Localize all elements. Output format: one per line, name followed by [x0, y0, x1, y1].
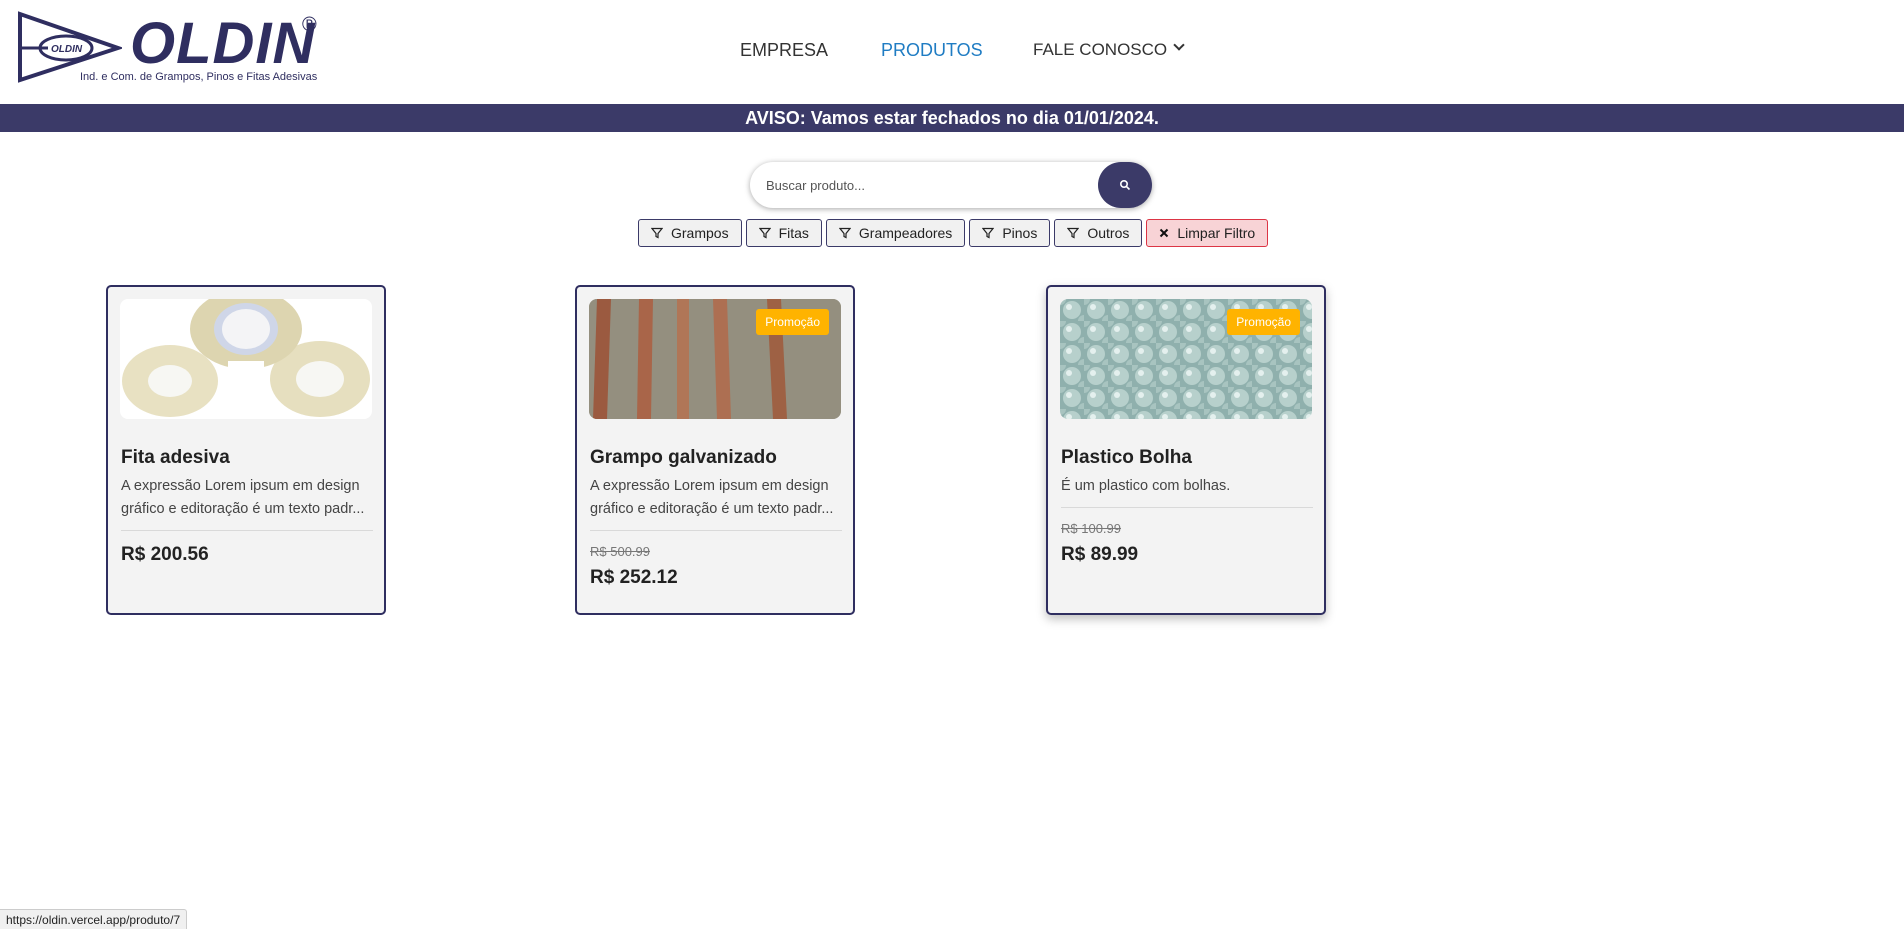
search-button[interactable] [1098, 162, 1152, 208]
search-icon [1119, 179, 1131, 191]
product-title[interactable]: Grampo galvanizado [590, 447, 777, 469]
filter-label: Outros [1087, 225, 1130, 241]
product-image-tape[interactable] [120, 299, 372, 419]
filter-fitas-button[interactable]: Fitas [745, 219, 822, 247]
promo-badge: Promoção [1227, 309, 1300, 335]
notice-banner: AVISO: Vamos estar fechados no dia 01/01… [0, 104, 1904, 132]
search-bar [750, 162, 1152, 208]
product-price: R$ 200.56 [121, 544, 209, 565]
product-price: R$ 89.99 [1061, 544, 1139, 565]
nav-fale-conosco-label: FALE CONOSCO [1033, 40, 1168, 59]
filter-icon [758, 227, 771, 239]
filter-outros-button[interactable]: Outros [1054, 219, 1143, 247]
filter-icon [1067, 227, 1080, 239]
chevron-down-icon [1173, 39, 1185, 51]
divider [590, 530, 842, 531]
clear-filter-label: Limpar Filtro [1177, 225, 1256, 241]
filter-pinos-button[interactable]: Pinos [969, 219, 1051, 247]
product-image-staples[interactable]: Promoção [589, 299, 841, 419]
filter-grampeadores-button[interactable]: Grampeadores [825, 219, 966, 247]
filter-bar: Grampos Fitas Grampeadores Pinos Outros … [638, 219, 1269, 247]
site-header: OLDIN OLDIN ® Ind. e Com. de Grampos, Pi… [0, 0, 1904, 104]
browser-status-url: https://oldin.vercel.app/produto/7 [0, 909, 188, 929]
product-price: R$ 252.12 [590, 567, 678, 588]
product-card[interactable]: Promoção Grampo galvanizado A expressão … [575, 285, 855, 615]
close-icon [1159, 228, 1169, 238]
filter-label: Grampeadores [858, 225, 953, 241]
filter-label: Pinos [1002, 225, 1038, 241]
nav-produtos[interactable]: PRODUTOS [881, 38, 983, 62]
filter-grampos-button[interactable]: Grampos [638, 219, 742, 247]
divider [121, 530, 373, 531]
product-description: A expressão Lorem ipsum em design gráfic… [590, 478, 834, 517]
product-description: É um plastico com bolhas. [1061, 478, 1231, 494]
search-input[interactable] [750, 162, 1096, 208]
filter-icon [838, 227, 851, 239]
main-nav: EMPRESA PRODUTOS FALE CONOSCO [0, 38, 1904, 62]
product-description: A expressão Lorem ipsum em design gráfic… [121, 478, 365, 517]
clear-filter-button[interactable]: Limpar Filtro [1146, 219, 1269, 247]
filter-label: Fitas [778, 225, 809, 241]
product-card[interactable]: Fita adesiva A expressão Lorem ipsum em … [106, 285, 386, 615]
product-card[interactable]: Promoção Plastico Bolha É um plastico co… [1046, 285, 1326, 615]
product-old-price: R$ 100.99 [1061, 521, 1121, 536]
promo-badge: Promoção [756, 309, 829, 335]
filter-label: Grampos [671, 225, 729, 241]
filter-icon [982, 227, 995, 239]
product-old-price: R$ 500.99 [590, 544, 650, 559]
divider [1061, 507, 1313, 508]
nav-empresa[interactable]: EMPRESA [740, 38, 828, 62]
product-title[interactable]: Plastico Bolha [1061, 447, 1192, 469]
product-title[interactable]: Fita adesiva [121, 447, 230, 469]
product-image-bubble-wrap[interactable]: Promoção [1060, 299, 1312, 419]
filter-icon [651, 227, 663, 239]
logo-tagline: Ind. e Com. de Grampos, Pinos e Fitas Ad… [80, 71, 318, 83]
nav-fale-conosco[interactable]: FALE CONOSCO [1033, 38, 1185, 62]
registered-mark: ® [302, 14, 317, 36]
tape-rolls-image [120, 299, 372, 419]
